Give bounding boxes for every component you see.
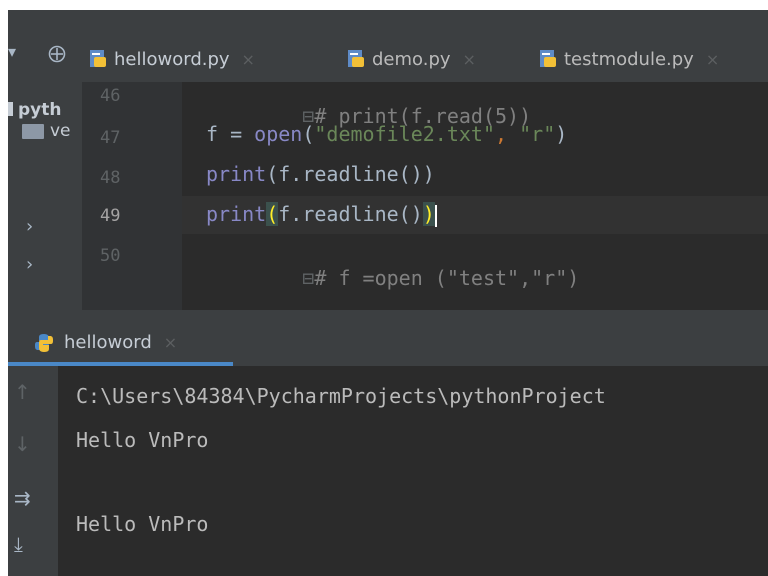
tab-label: helloword.py (114, 48, 230, 70)
python-file-icon (90, 50, 106, 67)
run-tab-helloword[interactable]: helloword × (34, 332, 177, 353)
run-panel-header: helloword × (8, 324, 768, 366)
screenshot-frame: ▾ helloword.py × demo.py × testmodule.py… (0, 0, 768, 576)
line-number-gutter: 46 47 48 49 50 (82, 82, 182, 310)
project-root-label[interactable]: pyth (18, 100, 61, 120)
line-number: 46 (100, 86, 121, 106)
folder-icon (22, 124, 44, 139)
console-line: Hello VnPro (76, 512, 209, 536)
editor-tab-bar: ▾ helloword.py × demo.py × testmodule.py… (8, 10, 768, 82)
soft-wrap-icon[interactable]: ⇉ (14, 486, 31, 510)
python-file-icon (540, 50, 556, 67)
fold-marker-icon[interactable]: ⊟ (302, 266, 314, 290)
window-title-strip (0, 0, 768, 10)
arrow-down-icon[interactable]: ↓ (14, 432, 31, 456)
line-number: 50 (100, 246, 121, 266)
text-caret (434, 204, 437, 227)
project-folder-label[interactable]: ve (50, 121, 71, 141)
pycharm-window: ▾ helloword.py × demo.py × testmodule.py… (8, 10, 768, 576)
code-line-50: ⊟# f =open ("test","r") (302, 266, 580, 290)
run-toolbar: ↑ ↓ ⇉ ⤓ (8, 366, 58, 576)
code-line-48: print(f.readline()) (206, 162, 435, 186)
run-tab-label: helloword (64, 332, 152, 353)
line-number: 48 (100, 168, 121, 188)
python-run-icon (35, 333, 53, 352)
console-line: Hello VnPro (76, 428, 209, 452)
crosshair-icon[interactable] (48, 45, 66, 63)
arrow-up-icon[interactable]: ↑ (14, 380, 31, 404)
tab-testmodule[interactable]: testmodule.py × (538, 38, 719, 80)
close-icon[interactable]: × (164, 333, 177, 352)
tab-helloword[interactable]: helloword.py × (88, 38, 255, 80)
line-number: 47 (100, 128, 121, 148)
panel-divider[interactable] (8, 310, 768, 324)
code-line-49: print(f.readline()) (206, 202, 437, 227)
scroll-to-end-icon[interactable]: ⤓ (14, 532, 23, 556)
expand-arrow-icon[interactable]: › (26, 254, 33, 275)
code-line-47: f = open("demofile2.txt", "r") (206, 122, 568, 146)
code-editor[interactable]: ⊟# print(f.read(5)) f = open("demofile2.… (182, 82, 768, 310)
console-line: C:\Users\84384\PycharmProjects\pythonPro… (76, 384, 606, 408)
tab-label: demo.py (372, 48, 451, 70)
tab-label: testmodule.py (564, 48, 694, 70)
chevron-down-icon[interactable]: ▾ (8, 42, 16, 61)
expand-arrow-icon[interactable]: › (26, 216, 33, 237)
console-output[interactable]: C:\Users\84384\PycharmProjects\pythonPro… (58, 366, 768, 576)
close-icon[interactable]: × (242, 50, 255, 69)
tab-demo[interactable]: demo.py × (346, 38, 476, 80)
project-root-marker (8, 102, 13, 116)
project-panel: pyth ve › › (8, 82, 82, 310)
close-icon[interactable]: × (463, 50, 476, 69)
close-icon[interactable]: × (706, 50, 719, 69)
line-number-current: 49 (100, 206, 121, 226)
python-file-icon (348, 50, 364, 67)
